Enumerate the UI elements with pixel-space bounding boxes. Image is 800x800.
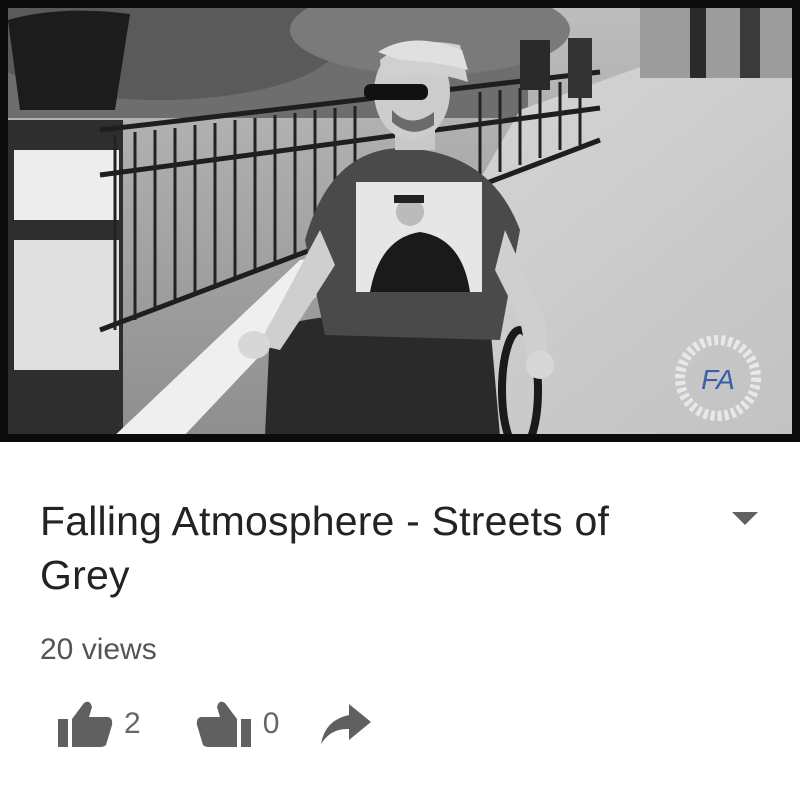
like-count: 2 [124, 707, 141, 740]
action-bar: 2 0 [56, 694, 373, 754]
watermark-logo: FA [701, 364, 735, 395]
chevron-down-icon [732, 512, 758, 525]
expand-description-button[interactable] [730, 508, 760, 528]
dislike-count: 0 [262, 707, 280, 740]
share-icon [321, 704, 372, 744]
thumbs-up-icon [58, 701, 113, 747]
like-button[interactable]: 2 [56, 699, 141, 749]
dislike-button[interactable]: 0 [195, 699, 280, 749]
video-thumbnail: FA [0, 0, 800, 442]
video-title: Falling Atmosphere - Streets of Grey [40, 498, 610, 598]
video-title-row: Falling Atmosphere - Streets of Grey [40, 494, 780, 602]
share-button[interactable] [319, 702, 373, 746]
view-count: 20 views [40, 633, 157, 666]
video-player[interactable]: FA [0, 0, 800, 442]
thumbs-down-icon [196, 701, 251, 747]
